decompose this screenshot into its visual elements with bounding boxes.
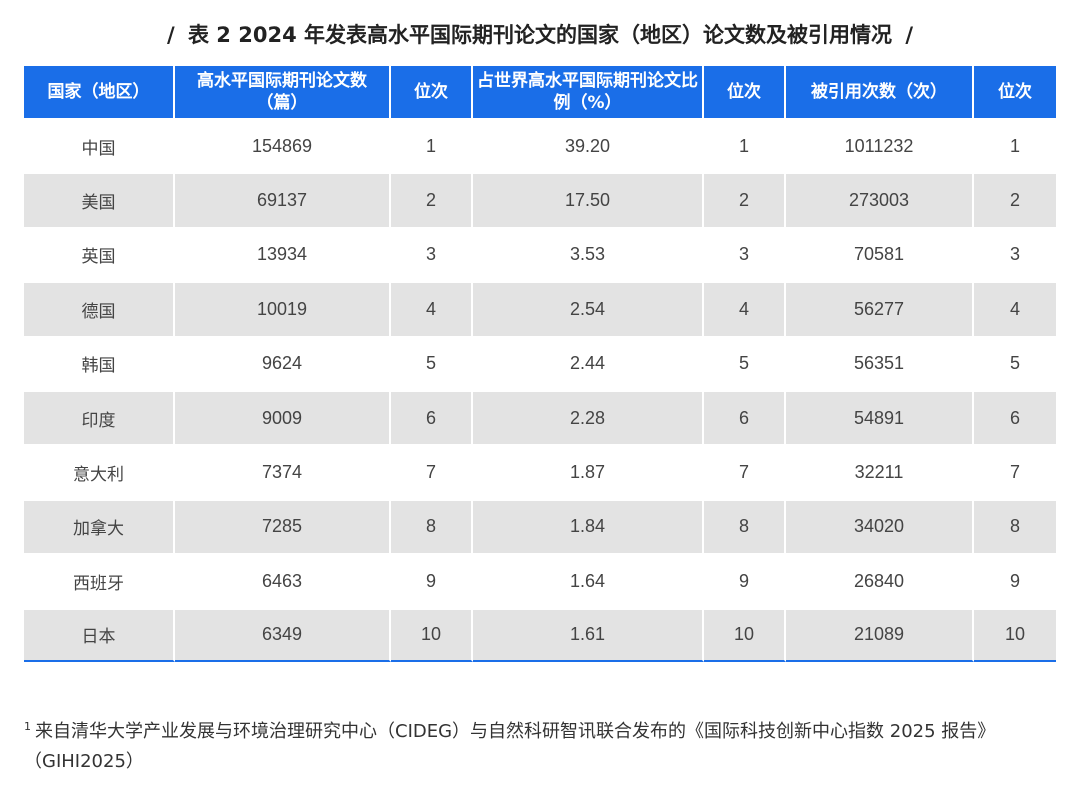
cell-citations: 56277 — [786, 281, 974, 336]
title-slash-left: / — [167, 23, 175, 47]
table-row: 韩国 9624 5 2.44 5 56351 5 — [24, 335, 1056, 390]
cell-rank-citations: 6 — [974, 389, 1056, 445]
table-row: 日本 6349 10 1.61 10 21089 10 — [24, 607, 1056, 662]
cell-country: 美国 — [24, 172, 175, 227]
cell-rank-share: 10 — [704, 607, 786, 662]
cell-paper-count: 13934 — [175, 226, 391, 282]
cell-rank-papers: 5 — [391, 335, 473, 390]
citation-table: 国家（地区） 高水平国际期刊论文数（篇） 位次 占世界高水平国际期刊论文比例（%… — [24, 66, 1056, 662]
cell-country: 韩国 — [24, 335, 175, 390]
cell-world-share: 17.50 — [473, 172, 704, 227]
table-row: 西班牙 6463 9 1.64 9 26840 9 — [24, 553, 1056, 608]
cell-rank-citations: 10 — [974, 607, 1056, 662]
cell-rank-share: 2 — [704, 172, 786, 227]
cell-rank-citations: 4 — [974, 281, 1056, 336]
header-world-share: 占世界高水平国际期刊论文比例（%） — [473, 66, 704, 118]
cell-world-share: 39.20 — [473, 118, 704, 173]
cell-rank-papers: 10 — [391, 607, 473, 662]
cell-rank-papers: 4 — [391, 281, 473, 336]
header-paper-count: 高水平国际期刊论文数（篇） — [175, 66, 391, 118]
cell-paper-count: 9624 — [175, 335, 391, 390]
cell-rank-papers: 3 — [391, 226, 473, 282]
table-row: 意大利 7374 7 1.87 7 32211 7 — [24, 444, 1056, 499]
cell-rank-share: 9 — [704, 553, 786, 608]
table-row: 印度 9009 6 2.28 6 54891 6 — [24, 389, 1056, 445]
cell-paper-count: 69137 — [175, 172, 391, 227]
cell-country: 中国 — [24, 118, 175, 173]
cell-paper-count: 6463 — [175, 553, 391, 608]
cell-rank-papers: 7 — [391, 444, 473, 499]
header-rank-citations: 位次 — [974, 66, 1056, 118]
table-row: 德国 10019 4 2.54 4 56277 4 — [24, 281, 1056, 336]
cell-rank-share: 6 — [704, 389, 786, 445]
cell-rank-share: 1 — [704, 118, 786, 173]
table-title: / 表 2 2024 年发表高水平国际期刊论文的国家（地区）论文数及被引用情况 … — [0, 18, 1080, 52]
cell-rank-citations: 5 — [974, 335, 1056, 390]
cell-rank-citations: 8 — [974, 498, 1056, 554]
cell-rank-share: 4 — [704, 281, 786, 336]
cell-rank-share: 3 — [704, 226, 786, 282]
cell-world-share: 1.87 — [473, 444, 704, 499]
cell-rank-share: 8 — [704, 498, 786, 554]
header-country: 国家（地区） — [24, 66, 175, 118]
footnote-text: 来自清华大学产业发展与环境治理研究中心（CIDEG）与自然科研智讯联合发布的《国… — [24, 721, 996, 772]
cell-rank-papers: 2 — [391, 172, 473, 227]
cell-paper-count: 10019 — [175, 281, 391, 336]
cell-citations: 273003 — [786, 172, 974, 227]
cell-world-share: 1.84 — [473, 498, 704, 554]
cell-world-share: 2.54 — [473, 281, 704, 336]
cell-citations: 54891 — [786, 389, 974, 445]
cell-world-share: 2.44 — [473, 335, 704, 390]
cell-paper-count: 7285 — [175, 498, 391, 554]
cell-rank-citations: 9 — [974, 553, 1056, 608]
cell-rank-citations: 1 — [974, 118, 1056, 173]
cell-rank-citations: 2 — [974, 172, 1056, 227]
cell-rank-papers: 1 — [391, 118, 473, 173]
table-body: 中国 154869 1 39.20 1 1011232 1 美国 69137 2 17.50 2 273… — [24, 118, 1056, 662]
cell-rank-papers: 6 — [391, 389, 473, 445]
cell-rank-citations: 3 — [974, 226, 1056, 282]
title-text: 表 2 2024 年发表高水平国际期刊论文的国家（地区）论文数及被引用情况 — [188, 23, 892, 47]
cell-rank-papers: 8 — [391, 498, 473, 554]
cell-world-share: 1.61 — [473, 607, 704, 662]
cell-citations: 70581 — [786, 226, 974, 282]
cell-country: 意大利 — [24, 444, 175, 499]
cell-citations: 1011232 — [786, 118, 974, 173]
footnote: 1 来自清华大学产业发展与环境治理研究中心（CIDEG）与自然科研智讯联合发布的《… — [24, 712, 1064, 777]
cell-citations: 32211 — [786, 444, 974, 499]
footnote-marker: 1 — [24, 720, 31, 733]
cell-rank-papers: 9 — [391, 553, 473, 608]
cell-country: 德国 — [24, 281, 175, 336]
cell-country: 日本 — [24, 607, 175, 662]
cell-country: 西班牙 — [24, 553, 175, 608]
cell-country: 印度 — [24, 389, 175, 445]
table-row: 美国 69137 2 17.50 2 273003 2 — [24, 172, 1056, 227]
cell-rank-share: 5 — [704, 335, 786, 390]
cell-citations: 21089 — [786, 607, 974, 662]
title-slash-right: / — [905, 23, 913, 47]
cell-rank-share: 7 — [704, 444, 786, 499]
table-header-row: 国家（地区） 高水平国际期刊论文数（篇） 位次 占世界高水平国际期刊论文比例（%… — [24, 66, 1056, 118]
header-rank-papers: 位次 — [391, 66, 473, 118]
cell-paper-count: 6349 — [175, 607, 391, 662]
cell-citations: 26840 — [786, 553, 974, 608]
cell-rank-citations: 7 — [974, 444, 1056, 499]
cell-paper-count: 9009 — [175, 389, 391, 445]
header-rank-share: 位次 — [704, 66, 786, 118]
table-row: 加拿大 7285 8 1.84 8 34020 8 — [24, 498, 1056, 554]
table-row: 英国 13934 3 3.53 3 70581 3 — [24, 226, 1056, 282]
cell-paper-count: 7374 — [175, 444, 391, 499]
cell-paper-count: 154869 — [175, 118, 391, 173]
cell-world-share: 3.53 — [473, 226, 704, 282]
cell-country: 加拿大 — [24, 498, 175, 554]
cell-citations: 34020 — [786, 498, 974, 554]
cell-world-share: 1.64 — [473, 553, 704, 608]
cell-citations: 56351 — [786, 335, 974, 390]
cell-world-share: 2.28 — [473, 389, 704, 445]
header-citations: 被引用次数（次） — [786, 66, 974, 118]
cell-country: 英国 — [24, 226, 175, 282]
table-row: 中国 154869 1 39.20 1 1011232 1 — [24, 118, 1056, 173]
